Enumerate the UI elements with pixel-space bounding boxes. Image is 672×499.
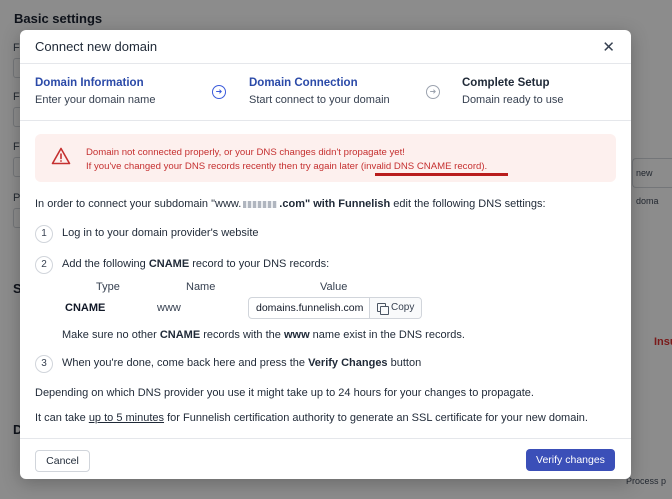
connect-domain-modal: Connect new domain ✕ Domain Information … [20, 30, 631, 479]
record-type: CNAME [65, 302, 106, 314]
divider [20, 438, 631, 439]
step-number: 1 [35, 225, 53, 243]
step-complete-setup: Complete Setup Domain ready to use [462, 77, 564, 106]
step-subtitle: Domain ready to use [462, 94, 564, 106]
divider [20, 63, 631, 64]
intro-text-domain-end: .com" with [279, 198, 339, 210]
record-value-field[interactable]: domains.funnelish.com Copy [248, 297, 422, 319]
note-text: Make sure no other [62, 329, 160, 341]
column-header-name: Name [186, 281, 216, 293]
error-highlight-underline [375, 173, 508, 176]
alert-detail: If you've changed your DNS records recen… [86, 161, 488, 172]
record-name: www [157, 302, 181, 314]
copy-icon [377, 303, 389, 315]
alert-message: Domain not connected properly, or your D… [86, 147, 405, 158]
instruction-text: When you're done, come back here and pre… [62, 357, 309, 369]
step-subtitle: Start connect to your domain [249, 94, 390, 106]
step-title: Domain Connection [249, 77, 358, 89]
column-header-type: Type [96, 281, 120, 293]
instruction-bold: Verify Changes [308, 357, 388, 369]
verify-changes-button[interactable]: Verify changes [526, 449, 615, 471]
ssl-text: It can take [35, 412, 89, 424]
column-header-value: Value [320, 281, 348, 293]
note-bold: CNAME [159, 329, 201, 341]
close-icon[interactable]: ✕ [602, 38, 615, 56]
step-title: Complete Setup [462, 77, 550, 89]
cancel-button[interactable]: Cancel [35, 450, 90, 472]
ssl-time-link[interactable]: up to 5 minutes [89, 412, 164, 424]
instruction-step-2: Add the following CNAME record to your D… [62, 258, 329, 270]
warning-icon [51, 147, 71, 165]
cname-note: Make sure no other CNAME records with th… [62, 329, 465, 341]
ssl-info: It can take up to 5 minutes for Funnelis… [35, 412, 588, 424]
step-number: 2 [35, 256, 53, 274]
instruction-step-3: When you're done, come back here and pre… [62, 357, 421, 369]
note-bold: www [283, 329, 310, 341]
instruction-text: record to your DNS records: [189, 258, 330, 270]
instruction-step-1: Log in to your domain provider's website [62, 227, 259, 239]
step-subtitle: Enter your domain name [35, 94, 156, 106]
step-domain-information: Domain Information Enter your domain nam… [35, 77, 155, 106]
error-alert [35, 134, 616, 182]
propagation-info: Depending on which DNS provider you use … [35, 387, 534, 399]
instruction-text: button [387, 357, 422, 369]
step-title: Domain Information [35, 77, 144, 89]
intro-text: In order to connect your subdomain "www.… [35, 198, 546, 210]
brand-name: Funnelish [338, 198, 391, 210]
step-number: 3 [35, 355, 53, 373]
step-domain-connection: Domain Connection Start connect to your … [249, 77, 390, 106]
instruction-bold: CNAME [148, 258, 190, 270]
modal-title: Connect new domain [35, 39, 158, 54]
note-text: name exist in the DNS records. [309, 329, 465, 341]
divider [20, 120, 631, 121]
redacted-domain [243, 200, 278, 208]
arrow-right-icon: ➜ [426, 85, 440, 99]
copy-button[interactable]: Copy [369, 298, 421, 318]
ssl-text: for Funnelish certification authority to… [164, 412, 588, 424]
arrow-right-icon: ➜ [212, 85, 226, 99]
intro-text-end: edit the following DNS settings: [390, 198, 546, 210]
record-value[interactable]: domains.funnelish.com [256, 302, 363, 314]
note-text: records with the [200, 329, 284, 341]
copy-label: Copy [391, 302, 415, 313]
intro-text-start: In order to connect your subdomain "www. [35, 198, 242, 210]
instruction-text: Add the following [62, 258, 149, 270]
